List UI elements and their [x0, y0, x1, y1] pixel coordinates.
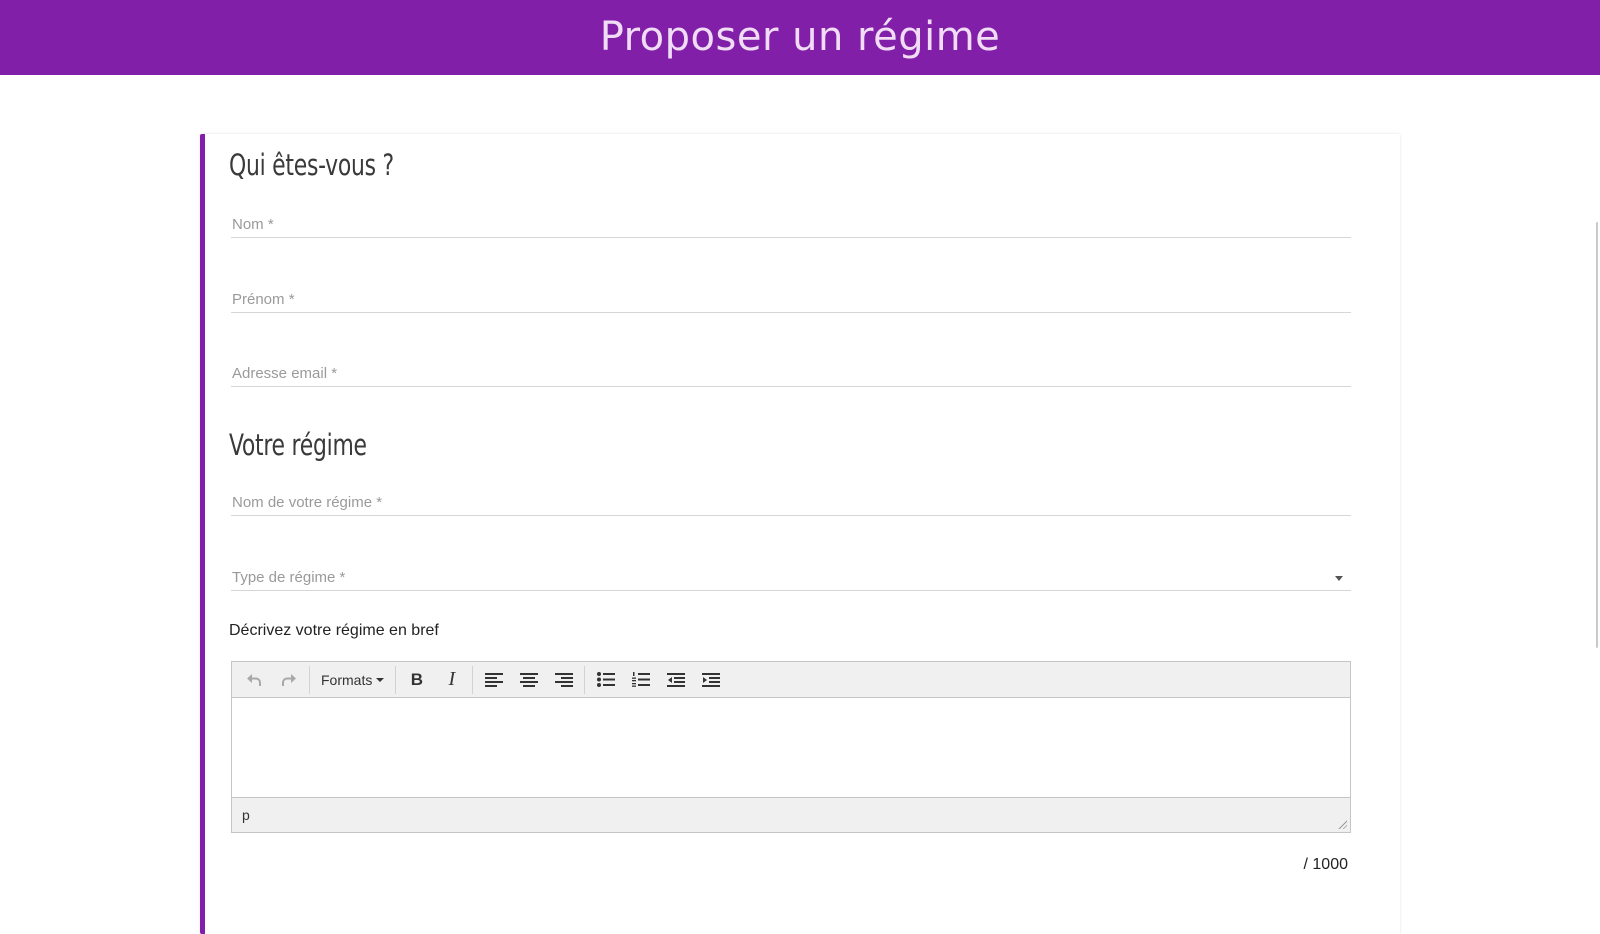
- italic-icon: I: [448, 668, 456, 690]
- resize-grip-icon[interactable]: [1337, 819, 1347, 829]
- character-counter: / 1000: [1303, 856, 1348, 873]
- description-label: Décrivez votre régime en bref: [229, 622, 439, 639]
- outdent-icon: [666, 672, 685, 687]
- form-card: Qui êtes-vous ? Nom * Prénom * Adresse e…: [200, 134, 1400, 934]
- align-center-icon: [519, 672, 538, 687]
- indent-icon: [701, 672, 720, 687]
- chevron-down-icon: [1335, 576, 1343, 581]
- undo-button[interactable]: [236, 665, 271, 695]
- numbered-list-button[interactable]: [623, 665, 658, 695]
- bold-button[interactable]: B: [399, 665, 434, 695]
- prenom-field[interactable]: Prénom *: [231, 281, 1351, 313]
- diet-type-select[interactable]: Type de régime *: [231, 559, 1351, 591]
- toolbar-divider: [472, 665, 474, 694]
- editor-toolbar: Formats B I: [232, 662, 1350, 698]
- section-title-diet: Votre régime: [229, 428, 367, 462]
- align-center-button[interactable]: [511, 665, 546, 695]
- toolbar-divider: [309, 665, 310, 694]
- diet-type-select-label: Type de régime *: [232, 569, 346, 586]
- nom-field-label: Nom *: [232, 216, 274, 233]
- toolbar-divider: [395, 665, 397, 694]
- nom-field[interactable]: Nom *: [231, 206, 1351, 238]
- outdent-button[interactable]: [658, 665, 693, 695]
- scrollbar-thumb[interactable]: [1596, 222, 1598, 648]
- bold-icon: B: [410, 669, 423, 689]
- italic-button[interactable]: I: [434, 665, 469, 695]
- formats-label: Formats: [321, 671, 373, 688]
- bullet-list-icon: [596, 672, 615, 687]
- redo-icon: [281, 673, 296, 686]
- align-left-button[interactable]: [476, 665, 511, 695]
- numbered-list-icon: [631, 672, 650, 687]
- bullet-list-button[interactable]: [588, 665, 623, 695]
- chevron-down-icon: [376, 677, 385, 682]
- element-path[interactable]: p: [242, 807, 250, 823]
- align-right-button[interactable]: [546, 665, 581, 695]
- email-field[interactable]: Adresse email *: [231, 355, 1351, 387]
- email-field-label: Adresse email *: [232, 365, 338, 382]
- page-title: Proposer un régime: [599, 13, 1001, 60]
- diet-name-field[interactable]: Nom de votre régime *: [231, 484, 1351, 516]
- indent-button[interactable]: [693, 665, 728, 695]
- align-right-icon: [554, 672, 573, 687]
- rich-text-editor: Formats B I p: [231, 661, 1351, 833]
- diet-name-field-label: Nom de votre régime *: [232, 494, 383, 511]
- section-title-who: Qui êtes-vous ?: [229, 148, 394, 182]
- redo-button[interactable]: [271, 665, 306, 695]
- editor-statusbar: p: [232, 797, 1350, 832]
- page-header: Proposer un régime: [0, 0, 1600, 75]
- align-left-icon: [484, 672, 503, 687]
- undo-icon: [246, 673, 261, 686]
- editor-content-area[interactable]: [232, 698, 1350, 798]
- prenom-field-label: Prénom *: [232, 291, 295, 308]
- formats-dropdown[interactable]: Formats: [313, 665, 392, 695]
- toolbar-divider: [584, 665, 586, 694]
